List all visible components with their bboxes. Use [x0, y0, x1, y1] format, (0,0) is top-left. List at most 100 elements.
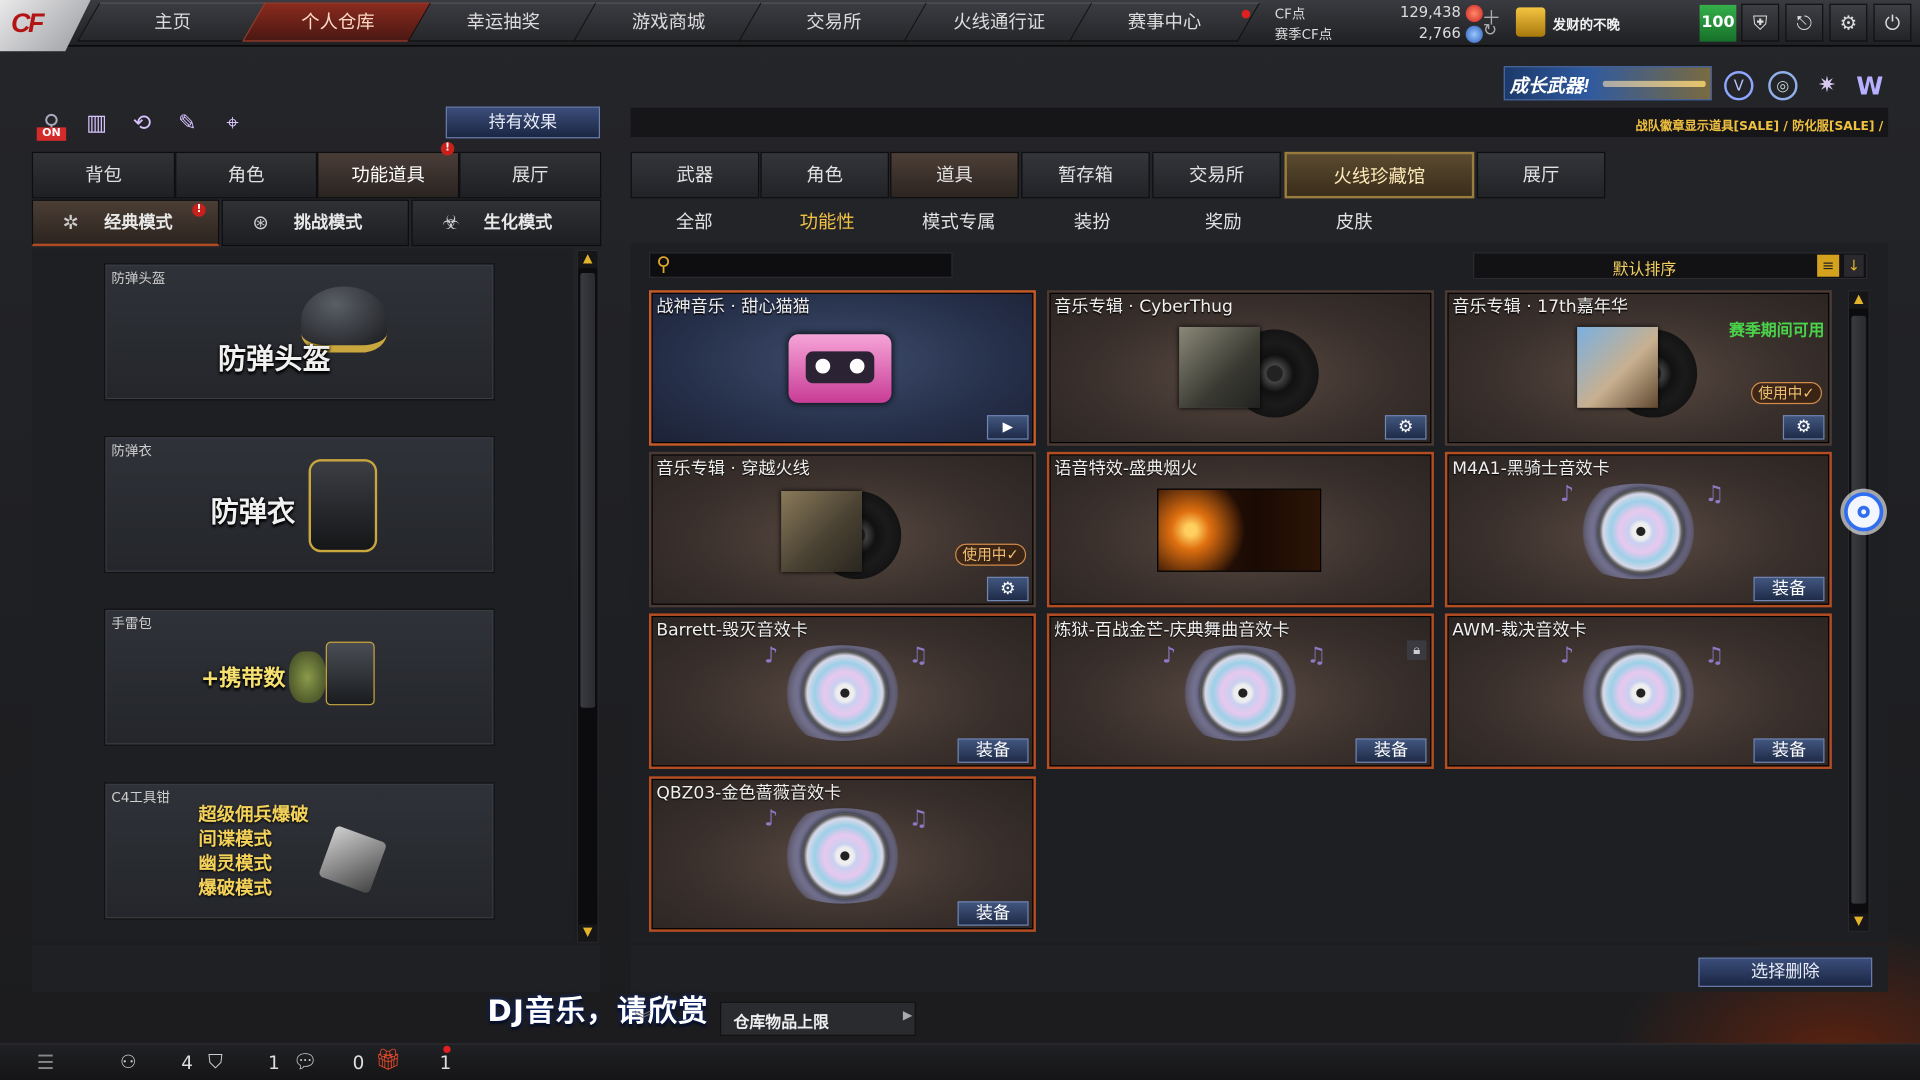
friends-icon[interactable]: ⚇ — [120, 1051, 136, 1073]
cf-logo[interactable]: CF — [0, 0, 91, 52]
emblem-icon[interactable]: ✷ — [1812, 71, 1841, 100]
sort-arrow-icon[interactable]: ↓ — [1844, 254, 1864, 277]
right-scrollbar[interactable]: ▲ ▼ — [1847, 290, 1870, 932]
history-icon[interactable]: ⟲ — [126, 108, 158, 140]
scroll-down-arrow-icon[interactable]: ▼ — [1848, 913, 1869, 931]
tab-backpack[interactable]: 背包 — [31, 151, 176, 199]
tab-trade[interactable]: 交易所 — [1152, 151, 1281, 199]
sort-dropdown[interactable]: 默认排序 ≡ ↓ — [1473, 252, 1868, 280]
item-card-qbz03-golden-rose[interactable]: QBZ03-金色蔷薇音效卡 ♪ ♫ 装备 — [648, 776, 1036, 932]
search-input[interactable] — [682, 254, 947, 276]
globe-icon[interactable]: ◎ — [1768, 71, 1798, 101]
tab-weapons[interactable]: 武器 — [630, 151, 760, 199]
item-card-music-sweetcat[interactable]: 战神音乐 · 甜心猫猫 ▶ — [648, 290, 1036, 446]
floating-assistant-icon[interactable] — [1844, 492, 1884, 532]
nav-tab-personal-storage[interactable]: 个人仓库 — [242, 2, 434, 42]
shield-icon[interactable]: ⛨ — [1741, 3, 1780, 42]
w-emblem-icon[interactable]: W — [1854, 71, 1886, 100]
in-use-badge: 使用中✓ — [1750, 382, 1823, 405]
power-icon[interactable]: ⏻ — [1873, 3, 1912, 42]
equip-button[interactable]: 装备 — [1753, 738, 1825, 763]
settings-gear-icon[interactable]: ⚙ — [1384, 415, 1427, 440]
item-card-purgatory-dance[interactable]: 炼狱-百战金芒-庆典舞曲音效卡 🔒︎ ♪ ♫ 装备 — [1046, 613, 1434, 769]
scroll-up-arrow-icon[interactable]: ▲ — [1848, 291, 1869, 309]
mode-tab-challenge[interactable]: ⊛ 挑战模式 — [221, 199, 409, 247]
mouse-icon[interactable]: ⌖ — [217, 108, 249, 140]
clan-shield-icon[interactable]: ⛉ — [208, 1049, 223, 1073]
search-icon: ⚲ — [656, 252, 671, 276]
settings-gear-icon[interactable]: ⚙ — [1829, 3, 1868, 42]
tab-temp-box[interactable]: 暂存箱 — [1021, 151, 1150, 199]
item-card-m4a1-black-knight[interactable]: M4A1-黑骑士音效卡 ♪ ♫ 装备 — [1444, 451, 1832, 608]
nav-tab-exchange[interactable]: 交易所 — [738, 2, 930, 42]
item-card-awm-judgement[interactable]: AWM-裁决音效卡 ♪ ♫ 装备 — [1444, 613, 1832, 769]
scroll-thumb[interactable] — [1851, 315, 1867, 904]
item-big-label: 防弹衣 — [210, 497, 296, 529]
gift-icon[interactable]: 🎁︎ — [375, 1048, 401, 1072]
mode-line: 爆破模式 — [198, 876, 272, 899]
refresh-icon[interactable]: ↻ — [1483, 21, 1497, 41]
chat-bubble-icon[interactable]: 💬︎ — [293, 1049, 318, 1072]
select-delete-button[interactable]: 选择删除 — [1698, 957, 1873, 987]
nav-tab-battle-pass[interactable]: 火线通行证 — [903, 2, 1095, 42]
equip-button[interactable]: 装备 — [1753, 576, 1825, 602]
subtab-dressup[interactable]: 装扮 — [1074, 208, 1111, 235]
tab-props[interactable]: 道具 — [890, 151, 1019, 199]
nav-tab-game-mall[interactable]: 游戏商城 — [572, 2, 765, 42]
nav-tab-home[interactable]: 主页 — [76, 2, 269, 42]
item-card-helmet[interactable]: 防弹头盔 防弹头盔 — [104, 263, 495, 401]
logout-icon[interactable]: ⎋ — [1785, 3, 1824, 42]
equip-button[interactable]: 装备 — [957, 738, 1029, 763]
item-card-music-crossfire[interactable]: 音乐专辑 · 穿越火线 使用中✓ ⚙ — [648, 451, 1036, 608]
tab-collection-hall[interactable]: 火线珍藏馆 — [1284, 151, 1475, 199]
storage-limit-bar[interactable]: 仓库物品上限 ▶ — [720, 1001, 916, 1036]
album-cover-image — [781, 491, 863, 572]
settings-gear-icon[interactable]: ⚙ — [986, 576, 1029, 602]
v-emblem-icon[interactable]: V — [1724, 71, 1754, 101]
list-view-icon[interactable]: ≡ — [1817, 254, 1840, 277]
tab-functional-items[interactable]: 功能道具 — [317, 151, 460, 199]
expand-arrow-icon[interactable]: ▶ — [903, 1009, 912, 1022]
scroll-thumb[interactable] — [580, 273, 596, 708]
item-card-c4-pliers[interactable]: C4工具钳 超级佣兵爆破 间谍模式 幽灵模式 爆破模式 — [104, 782, 495, 920]
item-card-grenade-pack[interactable]: 手雷包 +携带数 — [104, 608, 495, 746]
gift-count: 1 — [439, 1051, 452, 1074]
growth-weapon-banner[interactable]: 成长武器! — [1503, 66, 1712, 101]
settings-gear-icon[interactable]: ⚙ — [1782, 415, 1825, 440]
subtab-rewards[interactable]: 奖励 — [1205, 208, 1242, 235]
tab-character[interactable]: 角色 — [175, 151, 318, 199]
tab-showroom[interactable]: 展厅 — [459, 151, 602, 199]
nav-tab-event-center[interactable]: 赛事中心 — [1068, 2, 1261, 42]
level-badge[interactable]: 100 — [1699, 4, 1737, 42]
rank-badge-icon[interactable] — [1515, 7, 1546, 37]
subtab-skins[interactable]: 皮肤 — [1336, 208, 1373, 235]
hold-effect-button[interactable]: 持有效果 — [445, 106, 601, 139]
subtab-all[interactable]: 全部 — [676, 208, 713, 235]
stats-icon[interactable]: ▥ — [81, 108, 113, 140]
equip-button[interactable]: 装备 — [1355, 738, 1427, 763]
play-button[interactable]: ▶ — [986, 415, 1029, 440]
item-card-music-cyberthug[interactable]: 音乐专辑 · CyberThug ⚙ — [1046, 290, 1434, 446]
username[interactable]: 发财的不晚 — [1553, 15, 1620, 35]
item-card-vest[interactable]: 防弹衣 防弹衣 — [104, 435, 495, 574]
search-box[interactable]: ⚲ — [648, 252, 953, 278]
item-card-music-17th-carnival[interactable]: 音乐专辑 · 17th嘉年华 赛季期间可用 使用中✓ ⚙ — [1444, 290, 1832, 446]
left-scrollbar[interactable]: ▲ ▼ — [576, 249, 599, 943]
item-card-barrett-destruction[interactable]: Barrett-毁灭音效卡 ♪ ♫ 装备 — [648, 613, 1036, 769]
equip-button[interactable]: 装备 — [957, 901, 1029, 926]
item-big-label: +携带数 — [200, 666, 286, 692]
tab-exhibition[interactable]: 展厅 — [1476, 151, 1606, 199]
item-card-voice-fireworks[interactable]: 语音特效-盛典烟火 — [1046, 451, 1434, 608]
mode-tab-zombie[interactable]: ☣ 生化模式 — [411, 199, 602, 247]
nav-tab-lucky-draw[interactable]: 幸运抽奖 — [407, 2, 600, 42]
menu-list-icon[interactable]: ☰ — [37, 1051, 55, 1074]
mode-tab-classic[interactable]: ✲ 经典模式 — [31, 199, 220, 247]
spray-icon[interactable]: ✎ — [171, 108, 203, 140]
collapse-chevron-icon[interactable]: ︾ — [634, 1007, 651, 1031]
music-note-icon: ♫ — [1704, 642, 1725, 669]
subtab-functional[interactable]: 功能性 — [800, 208, 855, 235]
tab-characters[interactable]: 角色 — [760, 151, 889, 199]
subtab-mode-exclusive[interactable]: 模式专属 — [922, 208, 995, 235]
scroll-down-arrow-icon[interactable]: ▼ — [577, 924, 598, 942]
scroll-up-arrow-icon[interactable]: ▲ — [577, 251, 598, 269]
